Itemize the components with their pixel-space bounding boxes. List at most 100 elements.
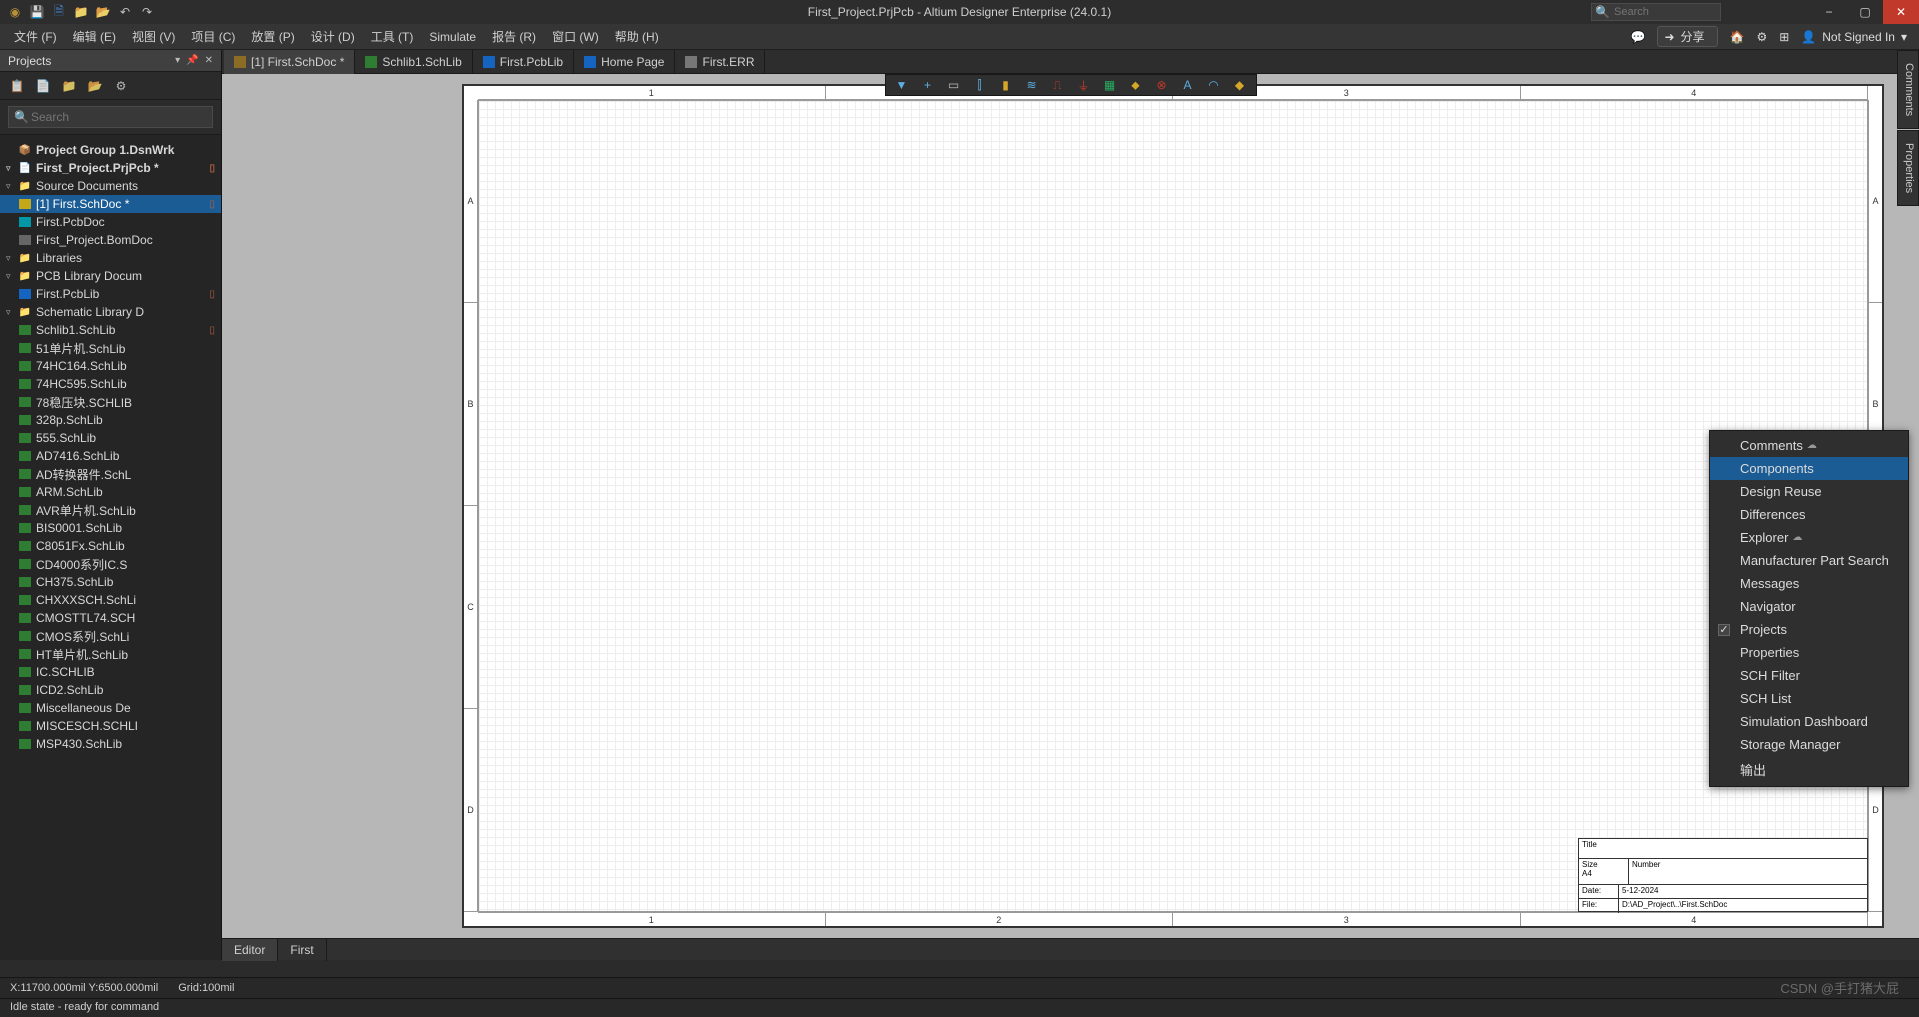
- menu-报告[interactable]: 报告 (R): [484, 28, 544, 45]
- panel-menu-sch-list[interactable]: SCH List: [1710, 687, 1908, 710]
- tree-item[interactable]: ▿📁Libraries: [0, 249, 221, 267]
- sheet-icon[interactable]: ▦: [1102, 77, 1118, 93]
- panel-menu-components[interactable]: Components: [1710, 457, 1908, 480]
- panel-menu-manufacturer-part-search[interactable]: Manufacturer Part Search: [1710, 549, 1908, 572]
- new-doc-icon[interactable]: 📄: [36, 79, 50, 93]
- tree-item[interactable]: AVR单片机.SchLib: [0, 501, 221, 519]
- tree-item[interactable]: MSP430.SchLib: [0, 735, 221, 753]
- side-tab-properties[interactable]: Properties: [1897, 130, 1919, 206]
- panel-menu-properties[interactable]: Properties: [1710, 641, 1908, 664]
- netlabel-icon[interactable]: ⎍: [1050, 77, 1066, 93]
- ground-icon[interactable]: ⏚: [1076, 77, 1092, 93]
- minimize-button[interactable]: −: [1811, 0, 1847, 24]
- sheet-grid[interactable]: [478, 100, 1868, 912]
- undo-icon[interactable]: ↶: [118, 5, 132, 19]
- menu-工具[interactable]: 工具 (T): [363, 28, 422, 45]
- tree-item[interactable]: BIS0001.SchLib: [0, 519, 221, 537]
- tree-item[interactable]: CHXXXSCH.SchLi: [0, 591, 221, 609]
- menu-项目[interactable]: 项目 (C): [183, 28, 243, 45]
- settings-icon[interactable]: ⚙: [114, 79, 128, 93]
- panel-menu-comments[interactable]: Comments☁: [1710, 434, 1908, 457]
- panel-menu-输出[interactable]: 输出: [1710, 756, 1908, 783]
- maximize-button[interactable]: ▢: [1847, 0, 1883, 24]
- bottom-tab-editor[interactable]: Editor: [222, 939, 278, 961]
- tree-item[interactable]: 74HC595.SchLib: [0, 375, 221, 393]
- tree-item[interactable]: CD4000系列IC.S: [0, 555, 221, 573]
- tree-item[interactable]: First.PcbDoc: [0, 213, 221, 231]
- share-button[interactable]: ➜ 分享: [1657, 26, 1717, 47]
- panel-menu-explorer[interactable]: Explorer☁: [1710, 526, 1908, 549]
- pin-icon[interactable]: ▾: [175, 55, 180, 66]
- tree-item[interactable]: Schlib1.SchLib▯: [0, 321, 221, 339]
- lines-icon[interactable]: ≋: [1024, 77, 1040, 93]
- tree-item[interactable]: 78稳压块.SCHLIB: [0, 393, 221, 411]
- arc-icon[interactable]: ◠: [1206, 77, 1222, 93]
- tree-item[interactable]: CMOS系列.SchLi: [0, 627, 221, 645]
- grid-icon[interactable]: ⊞: [1779, 30, 1789, 44]
- tree-item[interactable]: ICD2.SchLib: [0, 681, 221, 699]
- doc-tab[interactable]: [1] First.SchDoc *: [224, 50, 355, 74]
- panel-menu-differences[interactable]: Differences: [1710, 503, 1908, 526]
- tree-item[interactable]: AD转换器件.SchL: [0, 465, 221, 483]
- tree-item[interactable]: 555.SchLib: [0, 429, 221, 447]
- doc-tab[interactable]: Schlib1.SchLib: [355, 50, 472, 74]
- tree-item[interactable]: ▿📁Schematic Library D: [0, 303, 221, 321]
- close-button[interactable]: ✕: [1883, 0, 1919, 24]
- clipboard-icon[interactable]: 📋: [10, 79, 24, 93]
- tree-item[interactable]: First_Project.BomDoc: [0, 231, 221, 249]
- save-all-icon[interactable]: 🗎: [52, 5, 66, 19]
- tree-item[interactable]: Miscellaneous De: [0, 699, 221, 717]
- signin-button[interactable]: 👤 Not Signed In ▾: [1801, 30, 1907, 44]
- doc-tab[interactable]: Home Page: [574, 50, 675, 74]
- panel-menu-simulation-dashboard[interactable]: Simulation Dashboard: [1710, 710, 1908, 733]
- schematic-workspace[interactable]: 1234 1234 ABCD ABCD Title SizeA4 Number …: [222, 74, 1919, 938]
- menu-编辑[interactable]: 编辑 (E): [65, 28, 124, 45]
- menu-放置[interactable]: 放置 (P): [243, 28, 302, 45]
- panel-menu-navigator[interactable]: Navigator: [1710, 595, 1908, 618]
- tree-item[interactable]: 74HC164.SchLib: [0, 357, 221, 375]
- folder-star-icon[interactable]: 📂: [96, 5, 110, 19]
- tree-item[interactable]: 328p.SchLib: [0, 411, 221, 429]
- comment-icon[interactable]: 💬: [1630, 30, 1645, 44]
- tree-item[interactable]: CH375.SchLib: [0, 573, 221, 591]
- tree-item[interactable]: CMOSTTL74.SCH: [0, 609, 221, 627]
- panel-close-icon[interactable]: ✕: [205, 55, 213, 66]
- tree-item[interactable]: MISCESCH.SCHLI: [0, 717, 221, 735]
- text-icon[interactable]: A: [1180, 77, 1196, 93]
- tree-item[interactable]: AD7416.SchLib: [0, 447, 221, 465]
- panel-menu-sch-filter[interactable]: SCH Filter: [1710, 664, 1908, 687]
- menu-帮助[interactable]: 帮助 (H): [607, 28, 667, 45]
- global-search[interactable]: 🔍: [1591, 3, 1721, 21]
- panel-menu-messages[interactable]: Messages: [1710, 572, 1908, 595]
- home-icon[interactable]: 🏠: [1730, 30, 1745, 44]
- panel-menu-projects[interactable]: ✓Projects: [1710, 618, 1908, 641]
- panel-menu-design-reuse[interactable]: Design Reuse: [1710, 480, 1908, 503]
- folder-icon-2[interactable]: 📂: [88, 79, 102, 93]
- tree-item[interactable]: 51单片机.SchLib: [0, 339, 221, 357]
- tree-item[interactable]: ▿📁Source Documents: [0, 177, 221, 195]
- flag-icon[interactable]: ▮: [998, 77, 1014, 93]
- gear-icon[interactable]: ⚙: [1756, 30, 1767, 44]
- unpin-icon[interactable]: 📌: [186, 55, 198, 66]
- checkerr-icon[interactable]: ◆: [1232, 77, 1248, 93]
- menu-文件[interactable]: 文件 (F): [6, 28, 65, 45]
- add-icon[interactable]: +: [920, 77, 936, 93]
- tree-item[interactable]: C8051Fx.SchLib: [0, 537, 221, 555]
- side-tab-comments[interactable]: Comments: [1897, 50, 1919, 129]
- filter-icon[interactable]: ▼: [894, 77, 910, 93]
- save-icon[interactable]: 💾: [30, 5, 44, 19]
- folder-icon-1[interactable]: 📁: [62, 79, 76, 93]
- doc-tab[interactable]: First.PcbLib: [473, 50, 574, 74]
- bottom-tab-first[interactable]: First: [278, 939, 326, 961]
- menu-窗口[interactable]: 窗口 (W): [544, 28, 607, 45]
- panel-menu-storage-manager[interactable]: Storage Manager: [1710, 733, 1908, 756]
- tree-item[interactable]: IC.SCHLIB: [0, 663, 221, 681]
- tree-item[interactable]: ARM.SchLib: [0, 483, 221, 501]
- search-input[interactable]: [1591, 3, 1721, 21]
- tree-item[interactable]: ▿📄First_Project.PrjPcb *▯: [0, 159, 221, 177]
- tree-item[interactable]: ▿📁PCB Library Docum: [0, 267, 221, 285]
- open-folder-icon[interactable]: 📁: [74, 5, 88, 19]
- tree-item[interactable]: 📦Project Group 1.DsnWrk: [0, 141, 221, 159]
- cross-icon[interactable]: ⊗: [1154, 77, 1170, 93]
- doc-tab[interactable]: First.ERR: [675, 50, 765, 74]
